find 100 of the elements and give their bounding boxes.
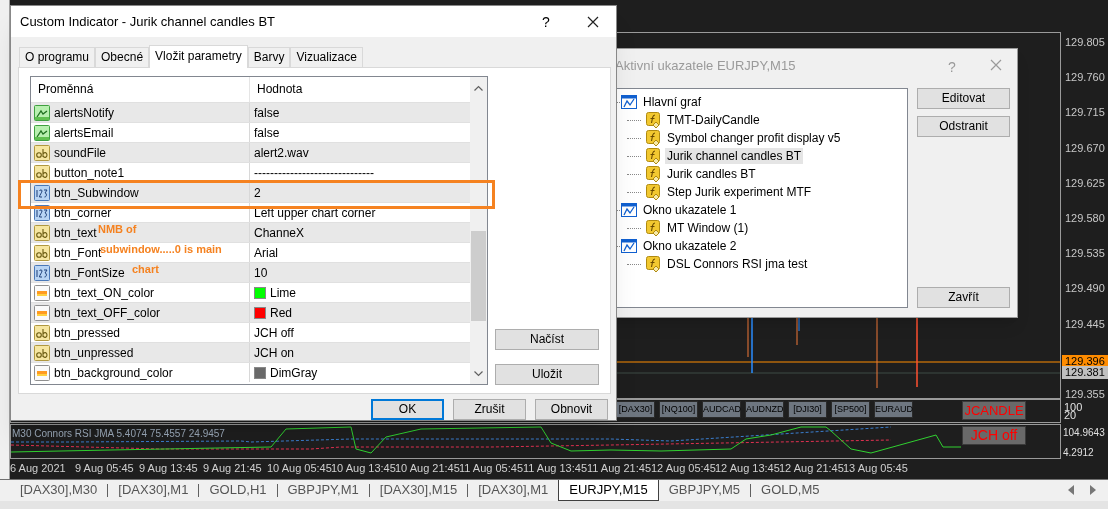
- tree-item[interactable]: Symbol changer profit display v5: [665, 130, 843, 146]
- chart-window-icon: [621, 203, 637, 217]
- chart-tab[interactable]: EURJPY,M15: [558, 480, 659, 501]
- scroll-right-icon[interactable]: [1088, 485, 1096, 495]
- parameter-value[interactable]: JCH off: [254, 323, 294, 342]
- tree-item[interactable]: Jurik channel candles BT: [665, 148, 804, 164]
- annotation-text: chart: [132, 262, 159, 277]
- price-label: 129.535: [1064, 247, 1106, 261]
- parameter-value[interactable]: alert2.wav: [254, 143, 309, 162]
- tree-item[interactable]: Okno ukazatele 1: [642, 202, 738, 218]
- parameter-value[interactable]: Lime: [270, 283, 296, 302]
- parameter-name: alertsEmail: [54, 124, 114, 142]
- number-type-icon: [34, 264, 50, 281]
- column-header[interactable]: Hodnota: [250, 77, 471, 102]
- parameter-name: soundFile: [54, 144, 107, 162]
- parameter-value[interactable]: DimGray: [270, 363, 318, 382]
- parameter-name: btn_text_OFF_color: [54, 304, 161, 322]
- parameter-value[interactable]: false: [254, 123, 280, 142]
- tab[interactable]: O programu: [19, 47, 96, 68]
- parameter-value[interactable]: ChanneX: [254, 223, 305, 242]
- parameter-value[interactable]: 10: [254, 263, 268, 282]
- scale-label: 20: [1064, 410, 1077, 420]
- chart-tab[interactable]: [DAX30],M15: [369, 480, 468, 501]
- function-icon: [646, 220, 660, 236]
- time-label: 12 Aug 05:45: [651, 462, 716, 475]
- tree-item[interactable]: Step Jurik experiment MTF: [665, 184, 814, 200]
- price-label: 129.670: [1064, 141, 1106, 155]
- boolean-type-icon: [34, 104, 50, 121]
- chart-tab[interactable]: [DAX30],M1: [108, 480, 199, 501]
- dialog-button[interactable]: Odstranit: [917, 116, 1010, 137]
- price-label: 129.580: [1064, 212, 1106, 225]
- dialog-button[interactable]: Editovat: [917, 88, 1010, 109]
- parameter-name: btn_FontSize: [54, 264, 125, 282]
- text-type-icon: [34, 244, 50, 261]
- parameter-value[interactable]: JCH on: [254, 343, 294, 362]
- time-label: 11 Aug 05:45: [459, 462, 524, 475]
- parameter-value[interactable]: false: [254, 103, 280, 122]
- symbol-button[interactable]: [NQ100]: [659, 401, 698, 418]
- dialog-button[interactable]: OK: [371, 399, 444, 420]
- time-label: 12 Aug 13:45: [715, 462, 780, 475]
- dialog-button[interactable]: Zrušit: [453, 399, 526, 420]
- dialog-button[interactable]: Načíst: [495, 329, 599, 350]
- dialog-button[interactable]: Obnovit: [535, 399, 608, 420]
- text-type-icon: [34, 344, 50, 361]
- scrollbar[interactable]: [470, 77, 487, 384]
- function-icon: [646, 112, 660, 128]
- tree-item[interactable]: Jurik candles BT: [665, 166, 758, 182]
- chart-tab[interactable]: GBPJPY,M5: [658, 480, 751, 501]
- time-label: 9 Aug 21:45: [203, 462, 262, 475]
- dialog-button[interactable]: Uložit: [495, 364, 599, 385]
- chart-tab[interactable]: GOLD,H1: [199, 480, 277, 501]
- parameter-name: btn_corner: [54, 204, 112, 222]
- tree-item[interactable]: Okno ukazatele 2: [642, 238, 738, 254]
- parameter-value[interactable]: Red: [270, 303, 292, 322]
- annotation-text: NMB of: [98, 222, 137, 237]
- price-label: 129.805: [1064, 36, 1106, 49]
- time-label: 9 Aug 05:45: [75, 462, 134, 475]
- help-button[interactable]: ?: [542, 12, 550, 33]
- parameter-name: btn_unpressed: [54, 344, 134, 362]
- tab[interactable]: Obecné: [95, 47, 150, 68]
- time-label: 12 Aug 21:45: [779, 462, 844, 475]
- symbol-button[interactable]: [DAX30]: [616, 401, 655, 418]
- scroll-left-icon[interactable]: [1068, 485, 1076, 495]
- close-button[interactable]: Zavřít: [917, 287, 1010, 308]
- price-label: 129.760: [1064, 71, 1106, 85]
- parameter-value[interactable]: 2: [254, 183, 261, 202]
- symbol-button[interactable]: [DJI30]: [788, 401, 827, 418]
- tree-item[interactable]: Hlavní graf: [642, 94, 703, 110]
- text-type-icon: [34, 324, 50, 341]
- time-label: 10 Aug 21:45: [395, 462, 460, 475]
- time-label: 11 Aug 21:45: [587, 462, 652, 475]
- symbol-button[interactable]: AUDNZD: [745, 401, 784, 418]
- price-label: 129.355: [1064, 388, 1106, 401]
- time-label: 13 Aug 05:45: [843, 462, 908, 475]
- chart-tab[interactable]: [DAX30],M30: [10, 480, 108, 501]
- chart-tab[interactable]: GOLD,M5: [751, 480, 830, 501]
- close-icon[interactable]: [587, 16, 599, 28]
- chart-tab[interactable]: [DAX30],M1: [468, 480, 559, 501]
- chart-tab[interactable]: GBPJPY,M1: [277, 480, 369, 501]
- number-type-icon: [34, 184, 50, 201]
- text-type-icon: [34, 224, 50, 241]
- tab[interactable]: Vizualizace: [290, 47, 363, 68]
- parameter-value[interactable]: Arial: [254, 243, 278, 262]
- scale-label: 4.2912: [1063, 447, 1094, 459]
- time-label: 10 Aug 05:45: [267, 462, 332, 475]
- parameter-value[interactable]: ------------------------------: [254, 163, 374, 182]
- text-type-icon: [34, 144, 50, 161]
- parameter-name: btn_background_color: [54, 364, 173, 382]
- scroll-up-icon: [474, 85, 484, 91]
- function-icon: [646, 256, 660, 272]
- function-icon: [646, 166, 660, 182]
- boolean-type-icon: [34, 124, 50, 141]
- parameter-name: btn_Subwindow: [54, 184, 139, 202]
- parameter-name: btn_text: [54, 224, 97, 242]
- tree-item[interactable]: MT Window (1): [665, 220, 751, 236]
- tree-item[interactable]: DSL Connors RSI jma test: [665, 256, 810, 272]
- symbol-button[interactable]: [SP500]: [831, 401, 870, 418]
- tree-item[interactable]: TMT-DailyCandle: [665, 112, 762, 128]
- function-icon: [646, 148, 660, 164]
- tab[interactable]: Vložit parametry: [149, 45, 248, 68]
